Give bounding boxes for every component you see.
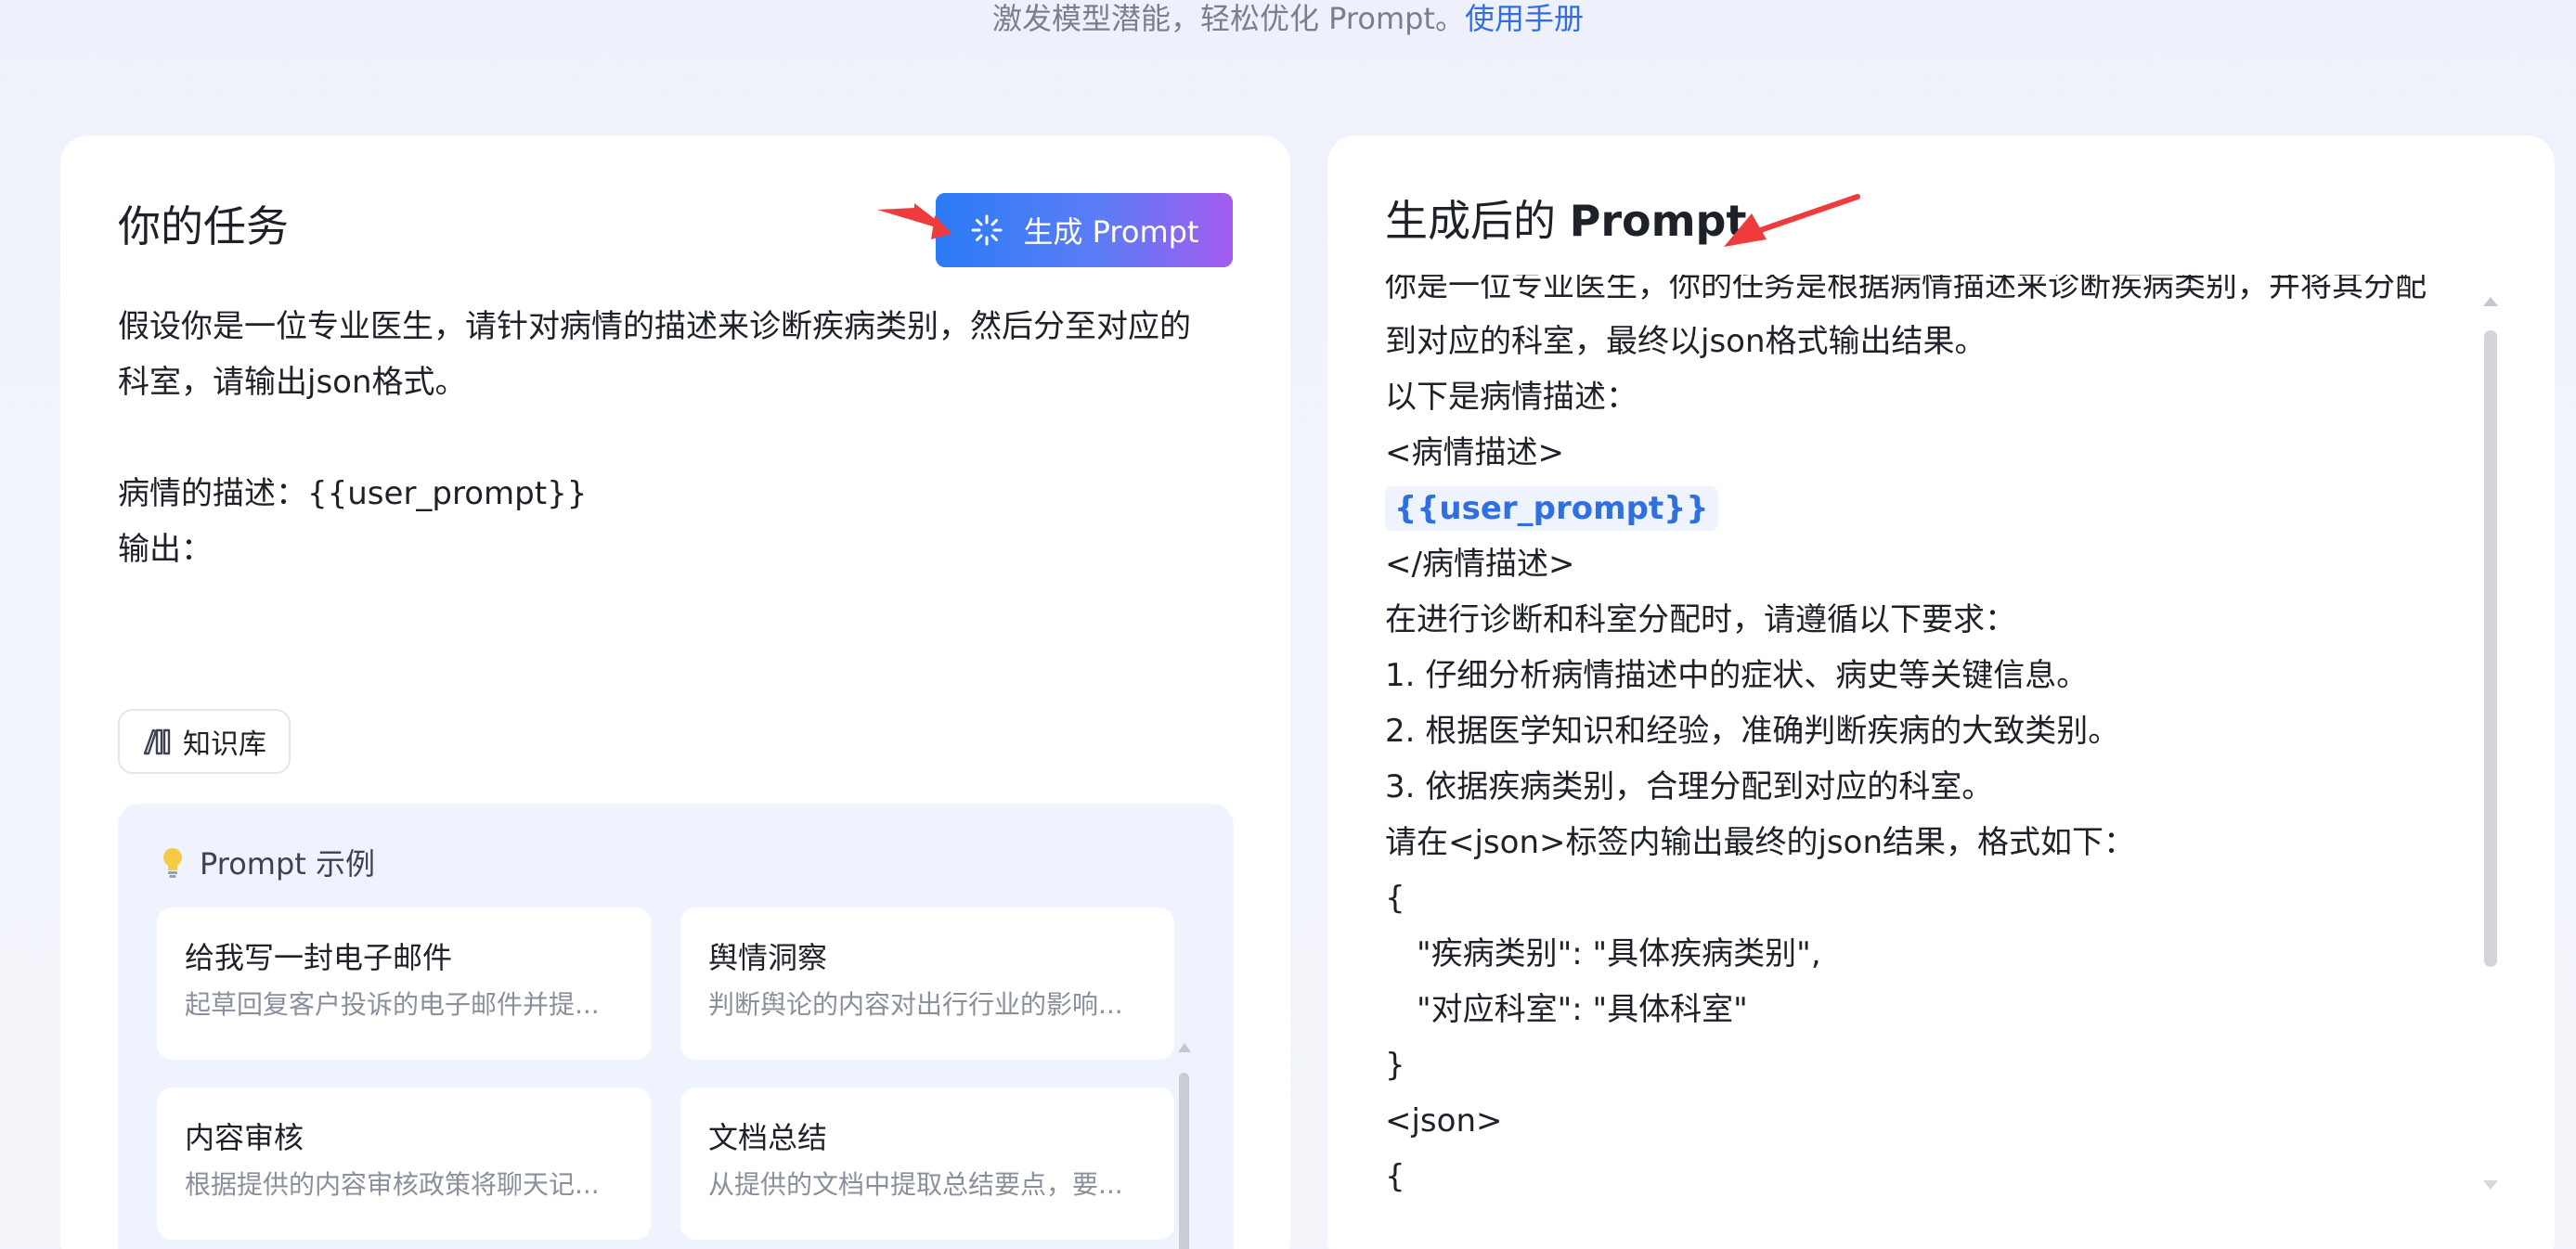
result-title-prefix: 生成后的: [1385, 196, 1570, 246]
examples-scroll-up-arrow[interactable]: [1178, 1043, 1191, 1052]
result-line: "对应科室": "具体科室": [1417, 991, 1748, 1028]
examples-title: Prompt 示例: [200, 846, 375, 882]
task-input[interactable]: 假设你是一位专业医生，请针对病情的描述来诊断疾病类别，然后分至对应的 科室，请输…: [118, 299, 1241, 726]
header-tagline: 激发模型潜能，轻松优化 Prompt。使用手册: [0, 0, 2576, 37]
example-title: 内容审核: [185, 1120, 304, 1155]
result-line: <json>: [1385, 1102, 1503, 1140]
generate-prompt-button[interactable]: 生成 Prompt: [936, 193, 1233, 267]
result-line: 你是一位专业医生，你的任务是根据病情描述来诊断疾病类别，并将其分配: [1385, 275, 2427, 304]
result-title: 生成后的 Prompt: [1385, 193, 1746, 249]
result-line: 请在<json>标签内输出最终的json结果，格式如下：: [1385, 824, 2135, 861]
result-line: {: [1385, 1158, 1405, 1195]
prompt-examples-panel: Prompt 示例 给我写一封电子邮件 起草回复客户投诉的电子邮件并提... 舆…: [118, 804, 1234, 1249]
example-card-email[interactable]: 给我写一封电子邮件 起草回复客户投诉的电子邮件并提...: [157, 908, 651, 1060]
tagline-text: 激发模型潜能，轻松优化 Prompt。: [992, 1, 1465, 36]
result-output[interactable]: 你是一位专业医生，你的任务是根据病情描述来诊断疾病类别，并将其分配 到对应的科室…: [1385, 275, 2499, 1212]
result-line: 1. 仔细分析病情描述中的症状、病史等关键信息。: [1385, 657, 2089, 694]
result-line: 以下是病情描述：: [1385, 379, 1638, 416]
result-line: <病情描述>: [1385, 434, 1564, 471]
result-line: 到对应的科室，最终以json格式输出结果。: [1385, 323, 1987, 360]
result-scroll-down-arrow[interactable]: [2483, 1180, 2498, 1190]
example-desc: 判断舆论的内容对出行行业的影响...: [708, 989, 1123, 1020]
variable-chip: {{user_prompt}}: [1385, 486, 1718, 531]
example-title: 文档总结: [708, 1120, 828, 1155]
result-scrollbar-thumb[interactable]: [2484, 330, 2497, 967]
result-line: </病情描述>: [1385, 546, 1575, 583]
result-title-bold: Prompt: [1569, 196, 1747, 246]
result-line: "疾病类别": "具体疾病类别",: [1417, 935, 1821, 972]
result-line: 在进行诊断和科室分配时，请遵循以下要求：: [1385, 601, 2016, 638]
example-card-moderation[interactable]: 内容审核 根据提供的内容审核政策将聊天记...: [157, 1088, 651, 1240]
example-desc: 从提供的文档中提取总结要点，要...: [708, 1169, 1123, 1200]
example-title: 舆情洞察: [708, 940, 828, 975]
generate-prompt-label: 生成 Prompt: [1023, 214, 1199, 250]
example-desc: 根据提供的内容审核政策将聊天记...: [185, 1169, 600, 1200]
result-scroll-up-arrow[interactable]: [2483, 297, 2498, 306]
knowledge-base-button[interactable]: 知识库: [118, 709, 291, 774]
examples-header: Prompt 示例: [159, 841, 375, 883]
example-card-sentiment[interactable]: 舆情洞察 判断舆论的内容对出行行业的影响...: [680, 908, 1174, 1060]
example-desc: 起草回复客户投诉的电子邮件并提...: [185, 989, 600, 1020]
knowledge-base-label: 知识库: [183, 728, 266, 761]
result-line: 3. 依据疾病类别，合理分配到对应的科室。: [1385, 768, 1994, 805]
examples-scrollbar-thumb[interactable]: [1179, 1073, 1189, 1249]
manual-link[interactable]: 使用手册: [1465, 1, 1584, 36]
lightbulb-icon: [163, 848, 182, 878]
result-panel: 生成后的 Prompt 你是一位专业医生，你的任务是根据病情描述来诊断疾病类别，…: [1327, 135, 2555, 1249]
result-line: 2. 根据医学知识和经验，准确判断疾病的大致类别。: [1385, 713, 2120, 750]
result-line: {: [1385, 880, 1405, 917]
task-title: 你的任务: [118, 201, 289, 251]
example-title: 给我写一封电子邮件: [185, 940, 453, 975]
result-line-variable: {{user_prompt}}: [1385, 481, 2499, 536]
task-panel: 你的任务 生成 Prompt 假设你是一位专业医生，请针对病情的描述来诊断疾病类…: [60, 135, 1290, 1249]
example-card-summary[interactable]: 文档总结 从提供的文档中提取总结要点，要...: [680, 1088, 1174, 1240]
sparkle-icon: [971, 214, 1002, 246]
result-line: }: [1385, 1047, 1405, 1084]
books-icon: [143, 728, 171, 755]
